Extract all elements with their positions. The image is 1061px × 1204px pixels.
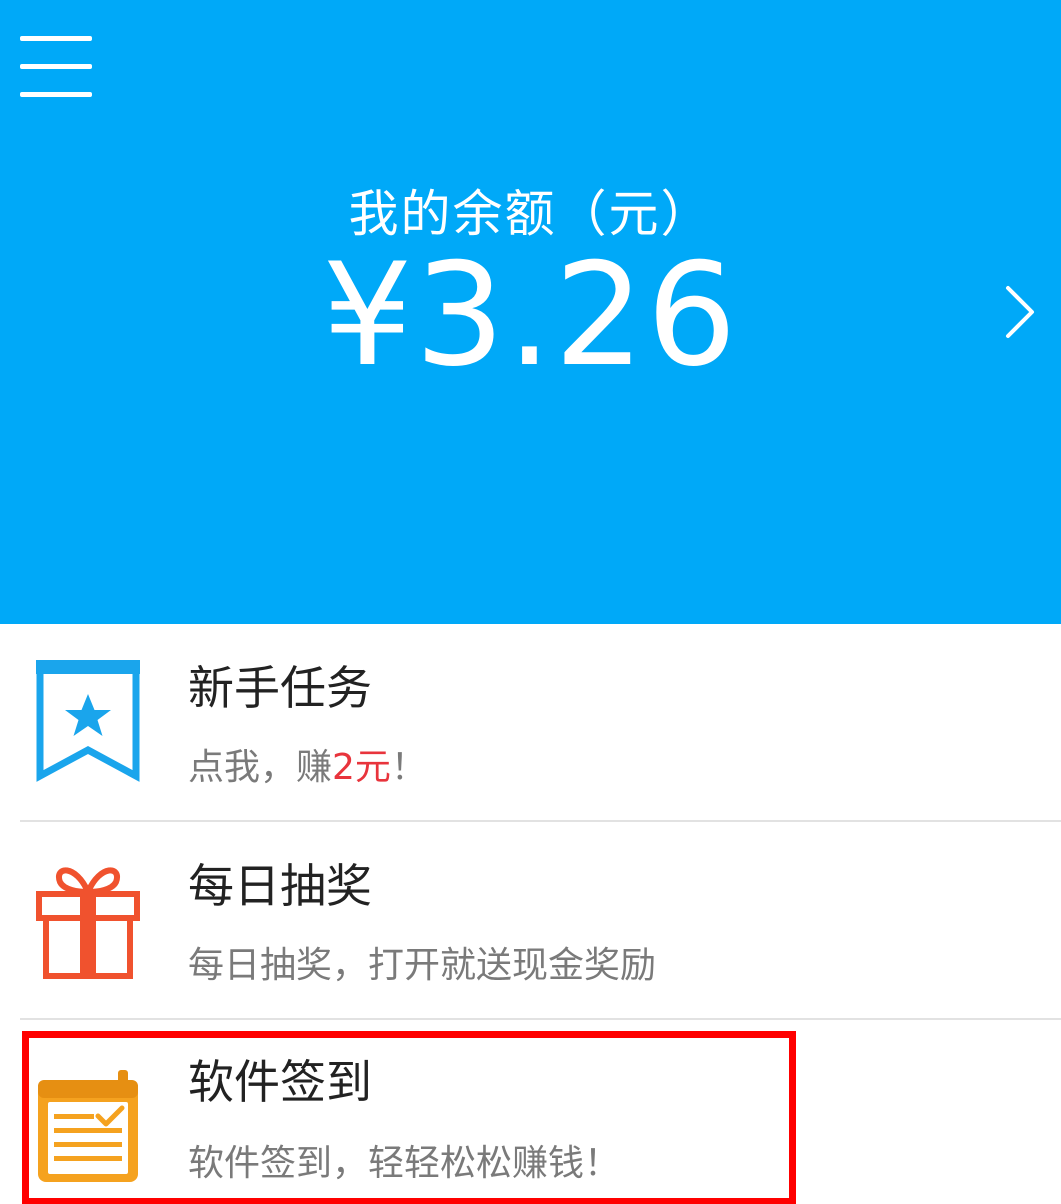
task-subtitle: 点我，赚2元！ [188, 747, 427, 788]
balance-header: 我的余额（元） ¥3.26 [0, 0, 1061, 624]
calendar-check-icon [38, 1070, 138, 1182]
balance-amount[interactable]: ¥3.26 [0, 236, 1061, 396]
reward-amount: 2元 [332, 747, 391, 788]
wallet-page: 我的余额（元） ¥3.26 新手任务 点我，赚2元！ 每日抽奖 每日抽奖，打开就… [0, 0, 1061, 1204]
task-subtitle: 软件签到，轻轻松松赚钱！ [188, 1143, 621, 1184]
task-item-daily-lottery[interactable]: 每日抽奖 每日抽奖，打开就送现金奖励 [0, 822, 1061, 1019]
task-item-newbie[interactable]: 新手任务 点我，赚2元！ [0, 624, 1061, 821]
task-subtitle: 每日抽奖，打开就送现金奖励 [188, 945, 657, 986]
task-title: 软件签到 [188, 1055, 372, 1109]
task-list: 新手任务 点我，赚2元！ 每日抽奖 每日抽奖，打开就送现金奖励 软件签到 软件签… [0, 624, 1061, 1204]
bookmark-star-icon [36, 660, 140, 782]
chevron-right-icon[interactable] [1000, 282, 1040, 342]
task-title: 新手任务 [188, 661, 372, 715]
task-title: 每日抽奖 [188, 859, 372, 913]
task-item-app-checkin[interactable]: 软件签到 软件签到，轻轻松松赚钱！ [0, 1020, 1061, 1204]
gift-icon [36, 867, 140, 979]
hamburger-menu-icon[interactable] [20, 36, 92, 98]
